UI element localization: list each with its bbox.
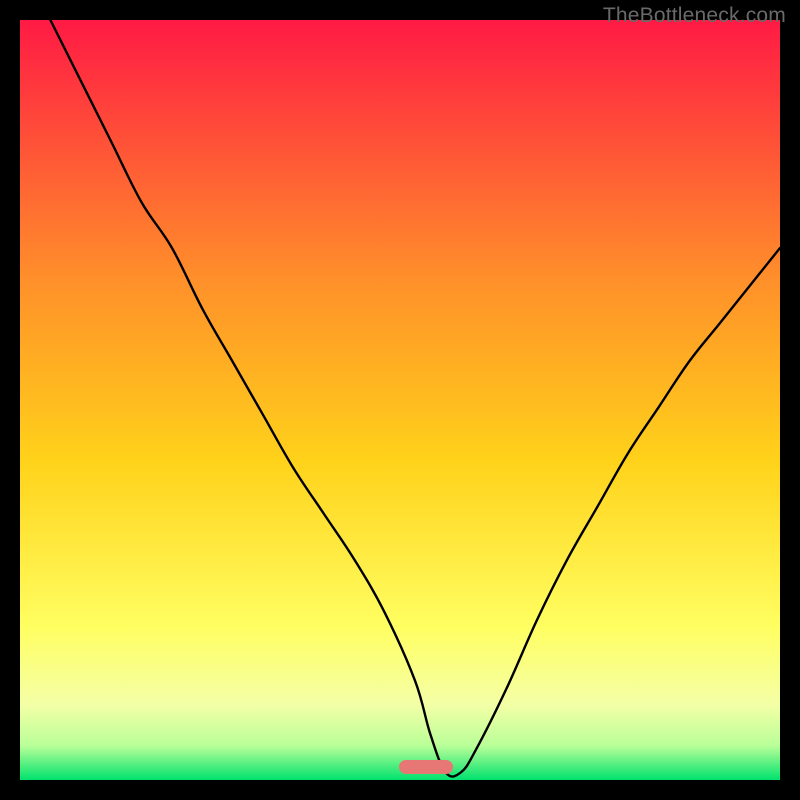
bottleneck-curve-plot xyxy=(20,20,780,780)
watermark-text: TheBottleneck.com xyxy=(603,4,786,28)
optimal-range-marker xyxy=(399,760,453,774)
gradient-background xyxy=(20,20,780,780)
chart-frame: TheBottleneck.com xyxy=(0,0,800,800)
